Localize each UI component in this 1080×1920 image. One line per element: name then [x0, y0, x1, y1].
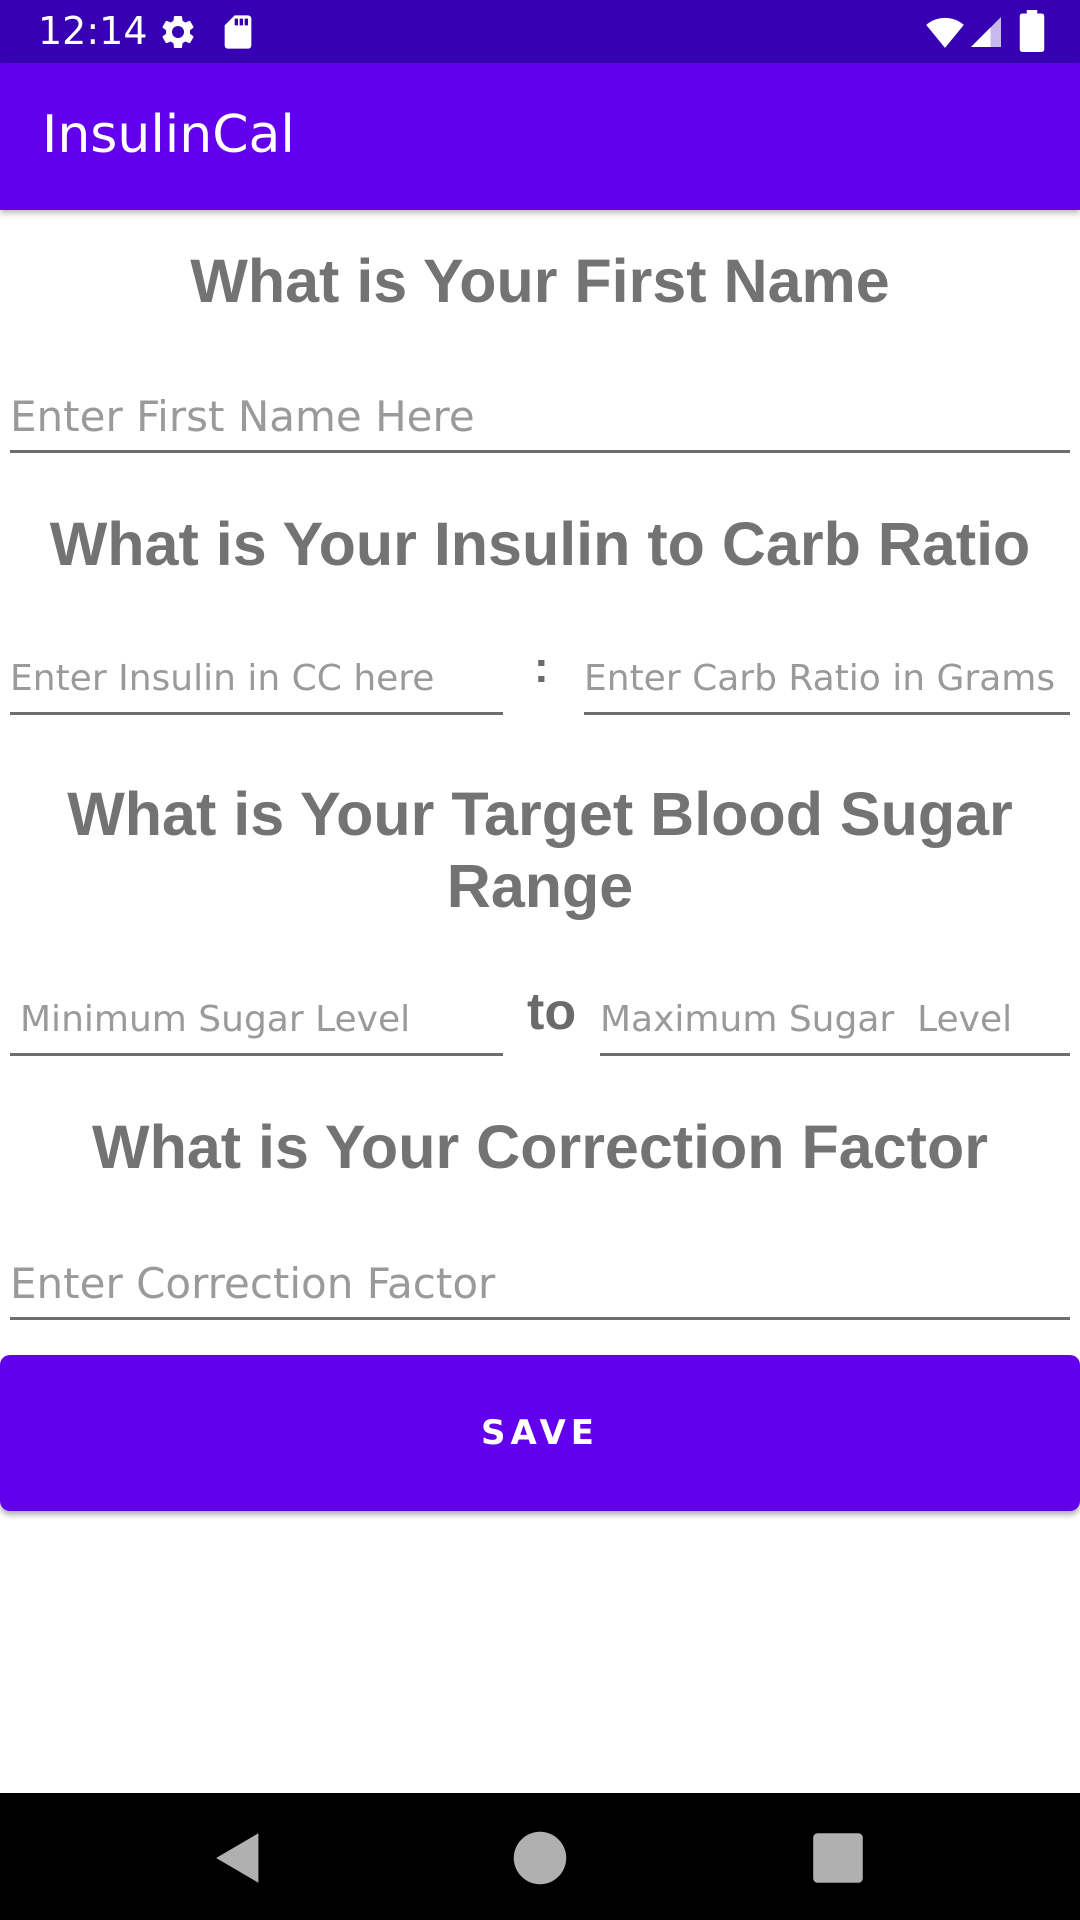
first-name-heading: What is Your First Name [190, 247, 890, 315]
signal-icon [971, 17, 1001, 47]
sd-card-icon [224, 15, 252, 49]
insulin-input[interactable] [10, 645, 503, 715]
correction-heading: What is Your Correction Factor [92, 1113, 988, 1181]
back-icon[interactable] [203, 1823, 273, 1893]
correction-factor-input[interactable] [10, 1250, 1070, 1320]
settings-icon [162, 15, 194, 48]
ratio-separator: : [534, 643, 549, 692]
status-bar: 12:14 [0, 0, 1080, 63]
max-sugar-input[interactable] [600, 986, 1070, 1056]
home-icon[interactable] [505, 1823, 575, 1893]
first-name-input[interactable] [10, 382, 1070, 453]
carb-ratio-input[interactable] [584, 645, 1070, 715]
min-sugar-input[interactable] [10, 986, 503, 1056]
status-time: 12:14 [38, 9, 148, 53]
app-bar: InsulinCal [0, 63, 1080, 210]
navigation-bar [0, 1793, 1080, 1920]
range-heading: What is Your Target Blood Sugar Range [67, 780, 1013, 920]
ratio-heading: What is Your Insulin to Carb Ratio [49, 510, 1031, 578]
battery-icon [1019, 10, 1045, 52]
app-title: InsulinCal [42, 105, 295, 165]
recents-icon[interactable] [803, 1823, 873, 1893]
wifi-icon [926, 17, 964, 48]
save-button[interactable]: SAVE [0, 1355, 1080, 1511]
range-separator: to [527, 983, 577, 1041]
